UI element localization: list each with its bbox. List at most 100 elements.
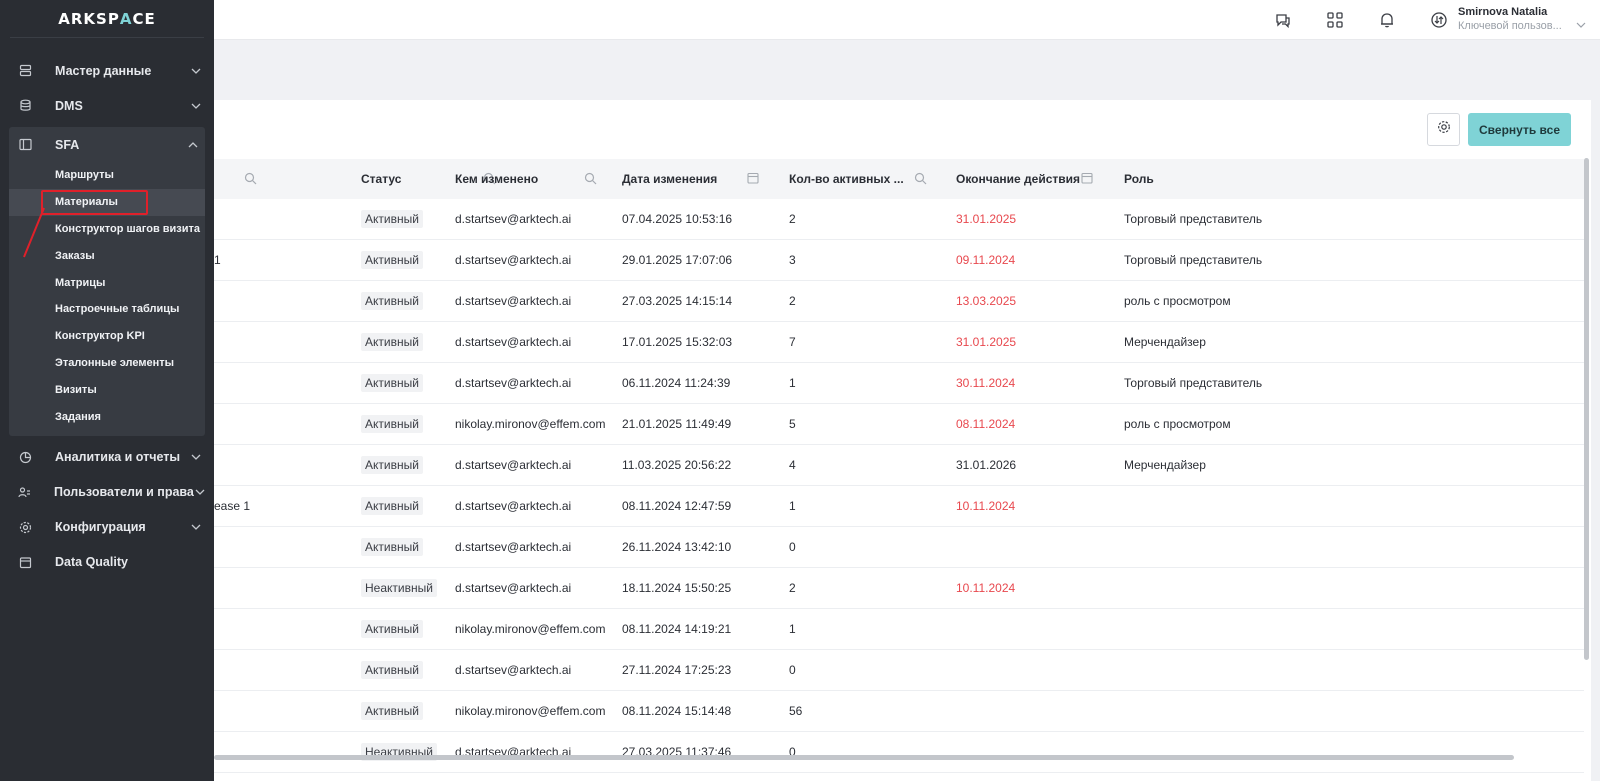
cell-active-count: 2 — [789, 212, 796, 226]
chevron-down-icon — [190, 451, 202, 463]
cell-status: Активный — [288, 415, 455, 433]
sidebar-subitem-label: Конструктор шагов визита — [55, 222, 201, 235]
cell-active-count: 0 — [789, 540, 796, 554]
cell-change-date: 29.01.2025 17:07:06 — [622, 253, 733, 267]
status-badge: Активный — [361, 292, 423, 310]
table-row[interactable]: Активный d.startsev@arktech.ai 06.11.2024 … — [214, 363, 1584, 404]
database-icon — [18, 64, 32, 78]
status-badge: Активный — [361, 415, 423, 433]
sync-icon[interactable] — [1428, 9, 1450, 31]
column-header-change-date[interactable]: Дата изменения — [622, 159, 789, 199]
cell-active-count: 1 — [789, 376, 796, 390]
chat-help-icon[interactable] — [1272, 9, 1294, 31]
table-body: Активный d.startsev@arktech.ai 07.04.2025 … — [214, 199, 1584, 773]
sidebar-item-label: Data Quality — [55, 555, 128, 570]
cell-active-count: 1 — [789, 499, 796, 513]
table-row[interactable]: Активный nikolay.mironov@effem.com 08.11.2… — [214, 691, 1584, 732]
table-row[interactable]: Активный nikolay.mironov@effem.com 08.11.2… — [214, 609, 1584, 650]
cell-active-count: 3 — [789, 253, 796, 267]
cell-active-count: 4 — [789, 458, 796, 472]
table-settings-button[interactable] — [1427, 113, 1461, 146]
user-menu[interactable]: Smirnova Natalia Ключевой пользов... — [1458, 6, 1586, 32]
sidebar-item-master-data[interactable]: Мастер данные — [0, 53, 214, 88]
column-header-active-count[interactable]: Кол-во активных ... — [789, 159, 956, 199]
cell-active-count: 5 — [789, 417, 796, 431]
cell-changed-by: nikolay.mironov@effem.com — [455, 417, 606, 431]
cell-changed-by: d.startsev@arktech.ai — [455, 376, 572, 390]
cell-change-date: 26.11.2024 13:42:10 — [622, 540, 732, 554]
cell-changed-by: d.startsev@arktech.ai — [455, 294, 572, 308]
cell-change-date: 11.03.2025 20:56:22 — [622, 458, 732, 472]
table-row[interactable]: Активный d.startsev@arktech.ai 27.11.2024 … — [214, 650, 1584, 691]
cell-role: Торговый представитель — [1124, 212, 1263, 226]
sidebar-item-users[interactable]: Пользователи и права — [0, 475, 214, 510]
table-row[interactable]: Активный d.startsev@arktech.ai 07.04.2025 … — [214, 199, 1584, 240]
sidebar-group-sfa: SFA Маршруты Материалы Конструктор шагов… — [9, 127, 205, 436]
cell-changed-by: d.startsev@arktech.ai — [455, 212, 572, 226]
table-row[interactable]: Активный d.startsev@arktech.ai 27.03.2025 … — [214, 281, 1584, 322]
cell-changed-by: d.startsev@arktech.ai — [455, 581, 572, 595]
column-header-status[interactable]: Статус — [288, 159, 496, 199]
column-header-name[interactable] — [214, 159, 288, 199]
apps-grid-icon[interactable] — [1324, 9, 1346, 31]
search-icon[interactable] — [244, 172, 258, 186]
sidebar-item-label: DMS — [55, 98, 83, 113]
calendar-icon[interactable] — [747, 172, 761, 186]
cell-status: Активный — [288, 538, 455, 556]
collapse-all-button[interactable]: Свернуть все — [1468, 113, 1571, 146]
cell-active-count: 1 — [789, 622, 796, 636]
sidebar-item-configuration[interactable]: Конфигурация — [0, 510, 214, 545]
table-row[interactable]: Неактивный d.startsev@arktech.ai 27.03.202… — [214, 732, 1584, 773]
cell-end-date: 31.01.2026 — [956, 458, 1017, 472]
cell-change-date: 08.11.2024 14:19:21 — [622, 622, 732, 636]
layout-icon — [18, 138, 32, 152]
sidebar-subitem-reference-elements[interactable]: Эталонные элементы — [9, 350, 205, 377]
cell-changed-by: nikolay.mironov@effem.com — [455, 704, 606, 718]
horizontal-scrollbar[interactable] — [214, 755, 1514, 760]
table-row[interactable]: ease 1 Активный d.startsev@arktech.ai 08.11… — [214, 486, 1584, 527]
sidebar-item-label: Пользователи и права — [54, 485, 194, 500]
cell-change-date: 17.01.2025 15:32:03 — [622, 335, 733, 349]
table-row[interactable]: 1 Активный d.startsev@arktech.ai 29.01.2025… — [214, 240, 1584, 281]
sidebar-subitem-visits[interactable]: Визиты — [9, 376, 205, 403]
cell-changed-by: d.startsev@arktech.ai — [455, 458, 572, 472]
cell-status: Активный — [288, 251, 455, 269]
table-row[interactable]: Неактивный d.startsev@arktech.ai 18.11.202… — [214, 568, 1584, 609]
chevron-down-icon — [190, 100, 202, 112]
column-header-end-date[interactable]: Окончание действия — [956, 159, 1124, 199]
cell-change-date: 08.11.2024 12:47:59 — [622, 499, 732, 513]
search-icon[interactable] — [914, 172, 928, 186]
bell-icon[interactable] — [1376, 9, 1398, 31]
chevron-up-icon — [187, 139, 199, 151]
cell-role: роль с просмотром — [1124, 417, 1231, 431]
sidebar-item-sfa[interactable]: SFA — [9, 127, 205, 162]
vertical-scrollbar[interactable] — [1584, 158, 1589, 660]
column-header-changed-by[interactable]: Кем изменено — [455, 159, 622, 199]
table-row[interactable]: Активный d.startsev@arktech.ai 11.03.2025 … — [214, 445, 1584, 486]
table-row[interactable]: Активный d.startsev@arktech.ai 26.11.2024 … — [214, 527, 1584, 568]
sidebar-subitem-kpi-builder[interactable]: Конструктор KPI — [9, 323, 205, 350]
status-badge: Активный — [361, 497, 423, 515]
table-toolbar: Свернуть все — [1427, 113, 1571, 146]
search-icon[interactable] — [584, 172, 598, 186]
sidebar-subitem-routes[interactable]: Маршруты — [9, 162, 205, 189]
table-row[interactable]: Активный nikolay.mironov@effem.com 21.01.2… — [214, 404, 1584, 445]
sidebar-item-label: SFA — [55, 137, 80, 152]
sidebar-item-dms[interactable]: DMS — [0, 88, 214, 123]
cell-end-date: 30.11.2024 — [956, 376, 1016, 390]
app-logo[interactable]: ARKSP A CE — [10, 0, 204, 38]
sidebar-item-analytics[interactable]: Аналитика и отчеты — [0, 440, 214, 475]
sidebar-subitem-tasks[interactable]: Задания — [9, 403, 205, 430]
chart-icon — [18, 450, 32, 464]
cell-change-date: 08.11.2024 15:14:48 — [622, 704, 732, 718]
cell-active-count: 2 — [789, 581, 796, 595]
cell-end-date: 31.01.2025 — [956, 212, 1017, 226]
main-panel: Свернуть все Статус Кем изменено Дата из… — [214, 100, 1591, 781]
sidebar-subitem-label: Настроечные таблицы — [55, 303, 180, 316]
sidebar-subitem-settings-tables[interactable]: Настроечные таблицы — [9, 296, 205, 323]
column-header-role[interactable]: Роль — [1124, 159, 1424, 199]
cell-status: Активный — [288, 620, 455, 638]
sidebar-item-data-quality[interactable]: Data Quality — [0, 545, 214, 580]
calendar-icon[interactable] — [1081, 172, 1095, 186]
table-row[interactable]: Активный d.startsev@arktech.ai 17.01.2025 … — [214, 322, 1584, 363]
